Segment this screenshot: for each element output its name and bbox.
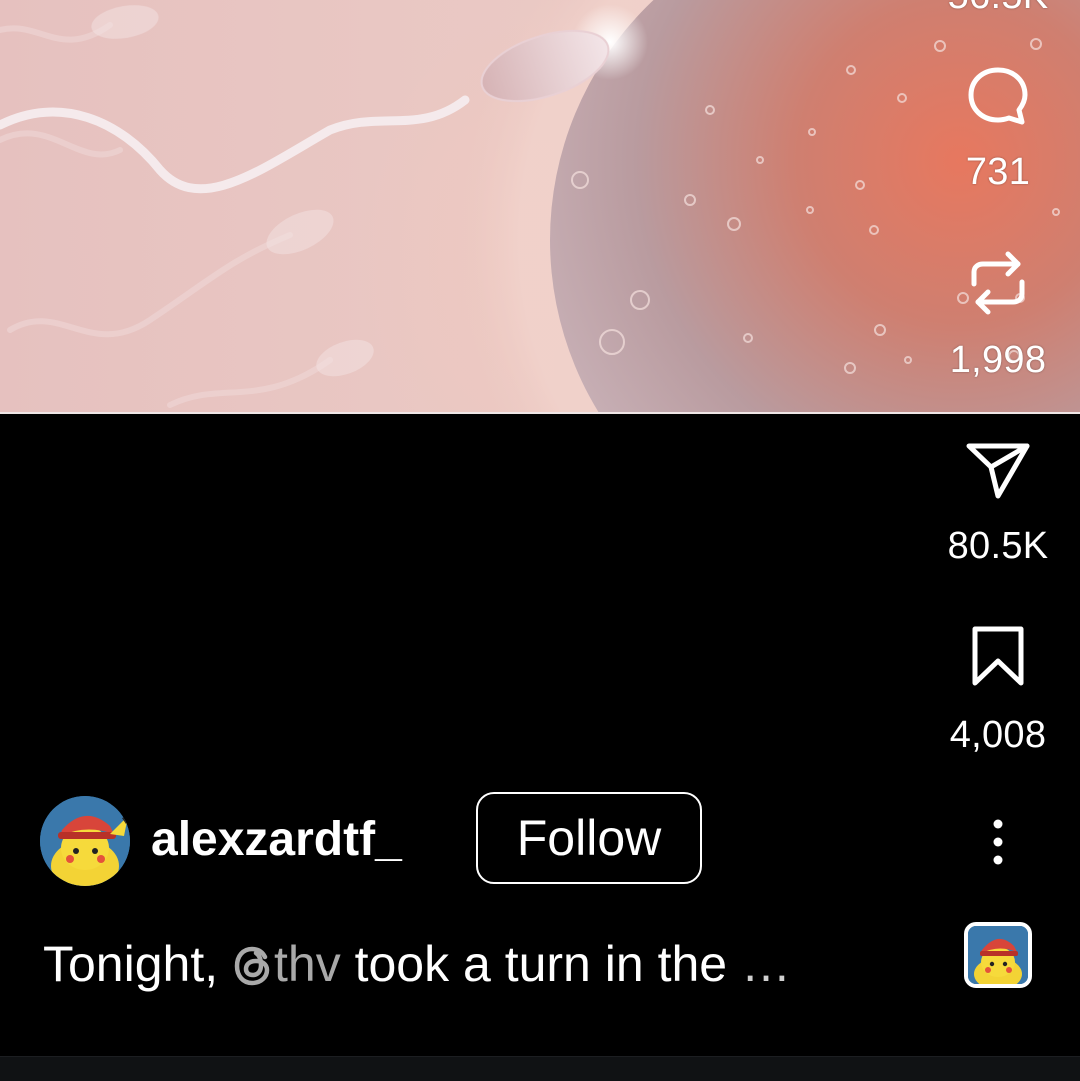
comment-action[interactable]: 731 bbox=[940, 64, 1056, 194]
caption-mention-handle: thv bbox=[274, 936, 341, 992]
share-action[interactable]: 80.5K bbox=[940, 440, 1056, 568]
share-count: 80.5K bbox=[947, 525, 1049, 567]
caption-mention[interactable]: thv bbox=[232, 936, 341, 992]
caption-more-ellipsis[interactable]: … bbox=[741, 936, 791, 992]
more-options-icon[interactable] bbox=[978, 818, 1018, 866]
audio-thumbnail[interactable] bbox=[964, 922, 1032, 988]
reel-media[interactable] bbox=[0, 0, 1080, 414]
save-count: 4,008 bbox=[949, 714, 1047, 756]
author-username[interactable]: alexzardtf_ bbox=[151, 811, 402, 869]
reel-photo bbox=[0, 0, 1080, 414]
comment-count: 731 bbox=[965, 151, 1031, 193]
threads-icon bbox=[234, 946, 270, 986]
post-caption[interactable]: Tonight, thv took a turn in the … bbox=[43, 934, 923, 994]
pikachu-avatar-icon bbox=[40, 796, 130, 886]
repost-count: 1,998 bbox=[949, 339, 1047, 381]
send-icon[interactable] bbox=[965, 440, 1031, 502]
like-count-partial[interactable]: 56.5K bbox=[940, 0, 1056, 18]
comment-icon[interactable] bbox=[966, 64, 1030, 128]
save-action[interactable]: 4,008 bbox=[940, 625, 1056, 757]
pikachu-audio-thumb-icon bbox=[968, 926, 1028, 984]
follow-button[interactable]: Follow bbox=[476, 792, 702, 884]
repost-action[interactable]: 1,998 bbox=[940, 250, 1056, 382]
like-count: 56.5K bbox=[940, 0, 1056, 18]
caption-prefix: Tonight, bbox=[43, 936, 233, 992]
caption-suffix: took a turn in the bbox=[340, 936, 741, 992]
repost-icon[interactable] bbox=[966, 250, 1030, 316]
bookmark-icon[interactable] bbox=[970, 625, 1026, 687]
bottom-navigation-bar bbox=[0, 1056, 1080, 1081]
media-bottom-edge bbox=[0, 412, 1080, 414]
author-avatar[interactable] bbox=[40, 796, 130, 886]
